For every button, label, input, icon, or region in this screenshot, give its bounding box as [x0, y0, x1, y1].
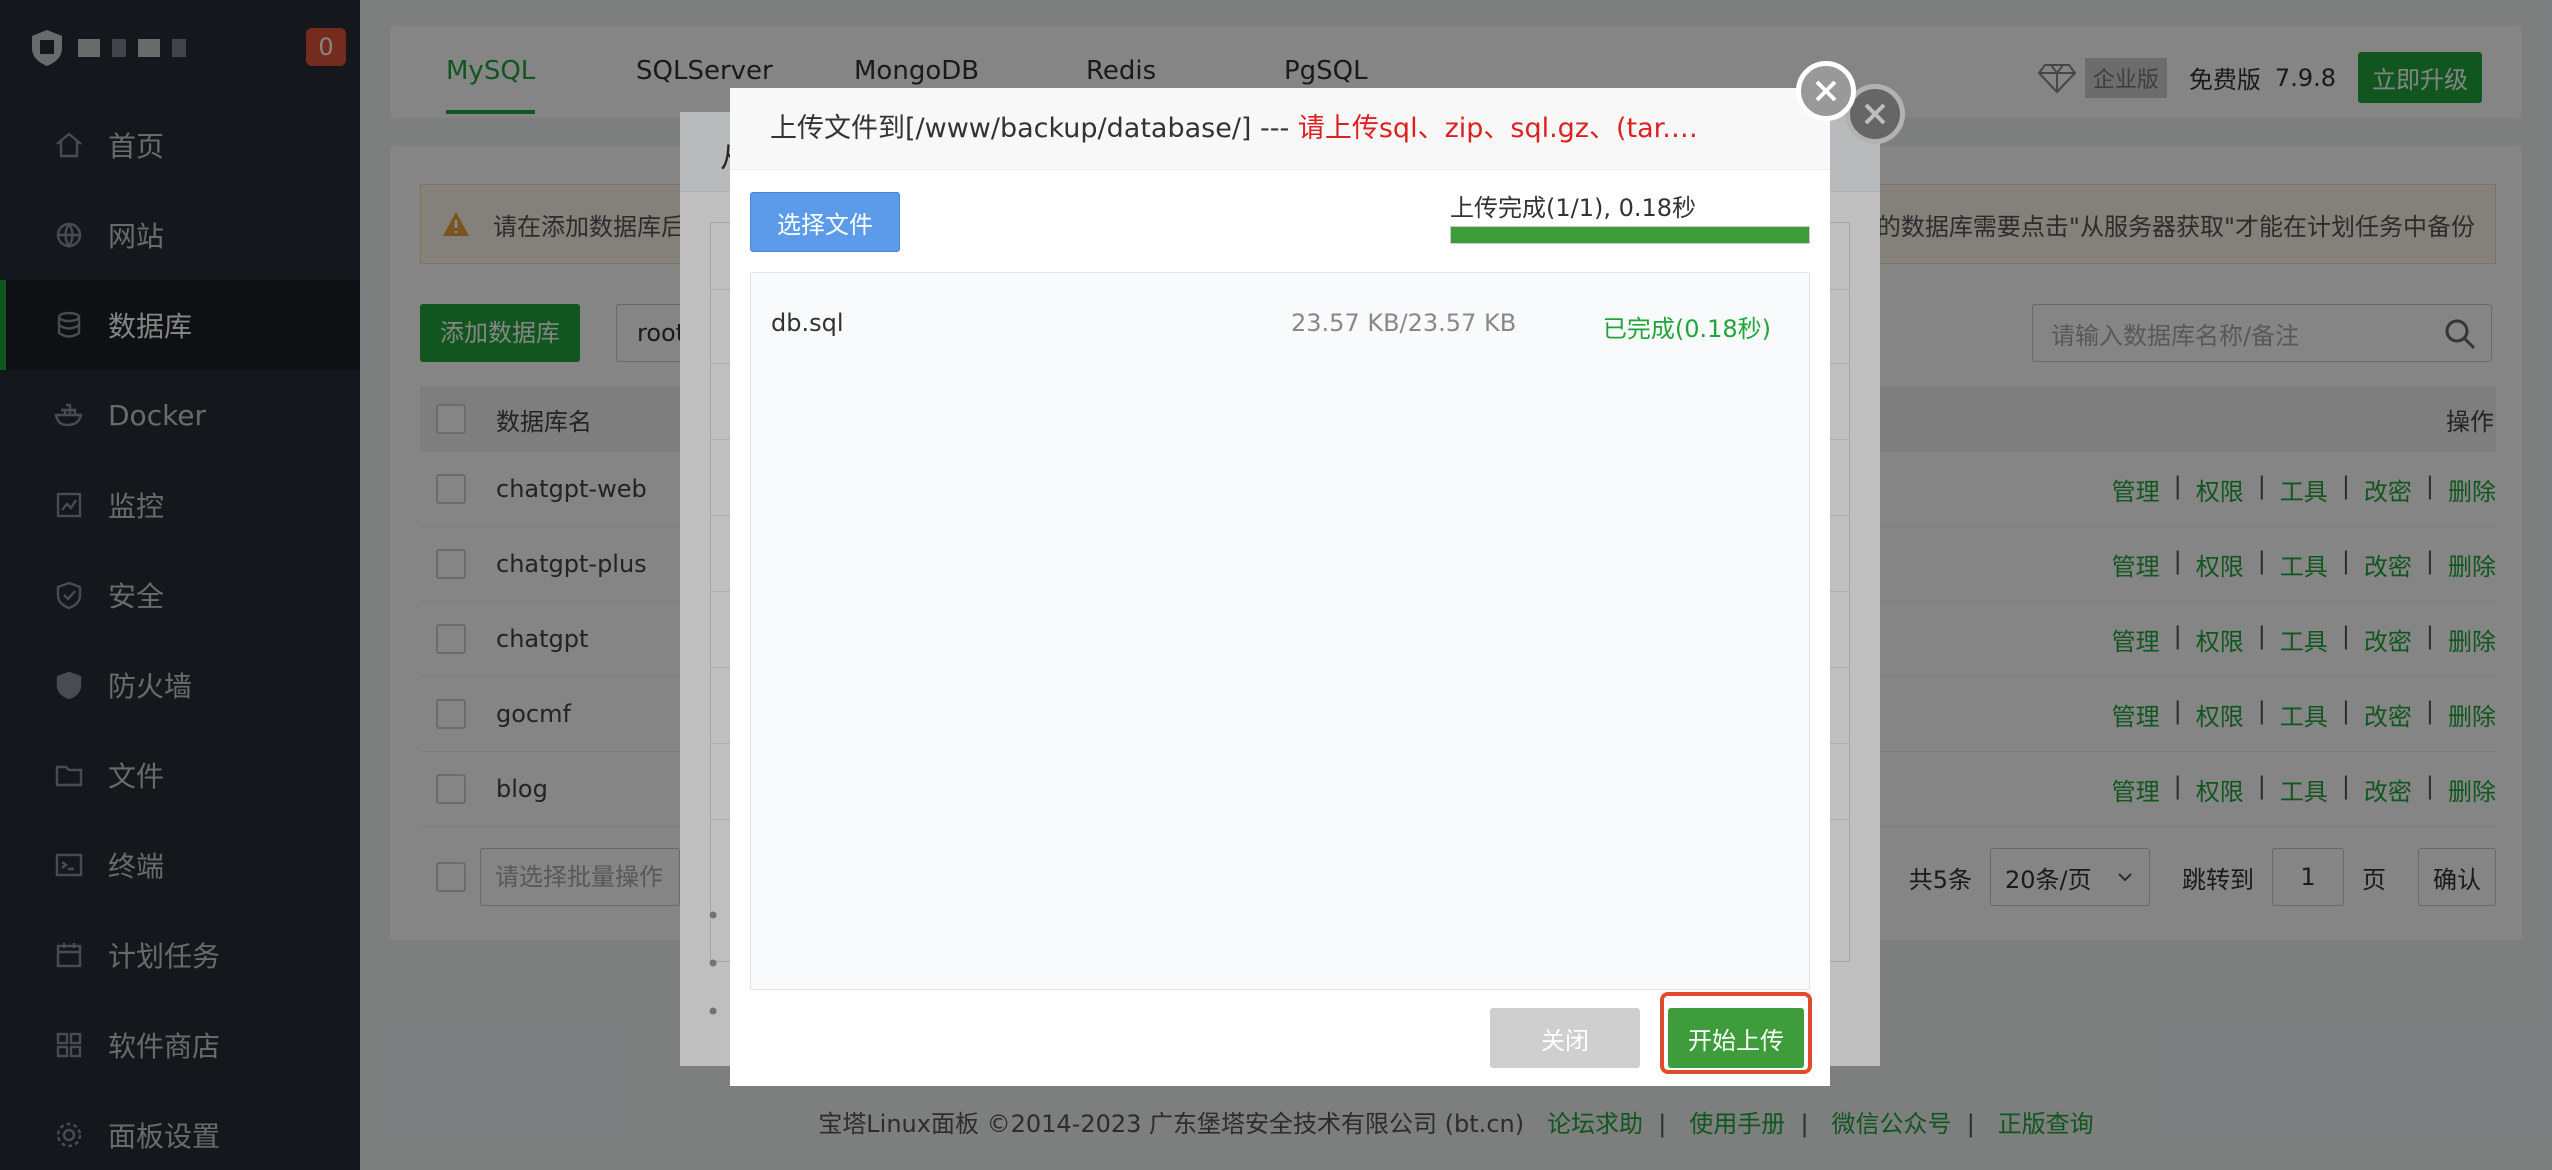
upload-progress-bar [1450, 226, 1810, 244]
upload-file-list: db.sql 23.57 KB/23.57 KB 已完成(0.18秒) [750, 272, 1810, 990]
file-size: 23.57 KB/23.57 KB [1291, 309, 1517, 337]
start-upload-button[interactable]: 开始上传 [1668, 1008, 1804, 1068]
close-button[interactable]: 关闭 [1490, 1008, 1640, 1068]
upload-dialog-close-icon[interactable] [1796, 61, 1856, 121]
list-item: db.sql 23.57 KB/23.57 KB 已完成(0.18秒) [751, 273, 1809, 373]
upload-progress-text: 上传完成(1/1), 0.18秒 [1450, 194, 1697, 222]
close-icon [1815, 80, 1837, 102]
file-name: db.sql [771, 309, 844, 337]
file-status: 已完成(0.18秒) [1602, 315, 1771, 343]
upload-dialog: 上传文件到[/www/backup/database/] --- 请上传sql、… [730, 88, 1830, 1086]
start-upload-highlight: 开始上传 [1660, 992, 1812, 1074]
upload-dialog-title: 上传文件到[/www/backup/database/] --- 请上传sql、… [730, 88, 1830, 170]
upload-path-text: 上传文件到[/www/backup/database/] --- [770, 113, 1298, 144]
choose-file-button[interactable]: 选择文件 [750, 192, 900, 252]
upload-progress-fill [1451, 227, 1809, 243]
upload-format-hint: 请上传sql、zip、sql.gz、(tar.… [1297, 113, 1698, 144]
